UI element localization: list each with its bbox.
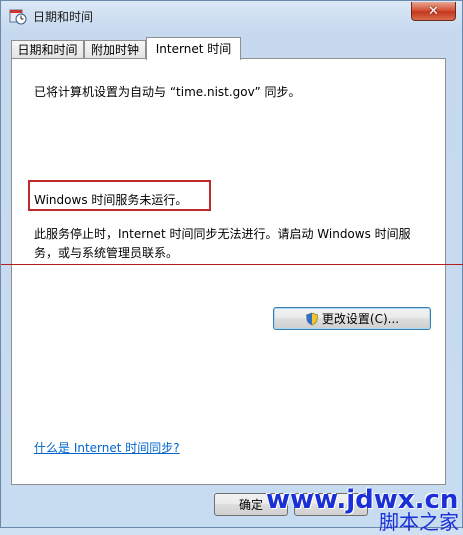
internet-time-panel: 已将计算机设置为自动与 “time.nist.gov” 同步。 Windows … — [11, 58, 446, 485]
uac-shield-icon — [306, 312, 318, 325]
close-icon: ✕ — [428, 3, 439, 19]
ok-label: 确定 — [238, 498, 263, 512]
watermark-site: 脚本之家 — [379, 510, 459, 534]
sync-message: 已将计算机设置为自动与 “time.nist.gov” 同步。 — [34, 85, 301, 99]
window-title: 日期和时间 — [33, 10, 94, 24]
service-description: 此服务停止时，Internet 时间同步无法进行。请启动 Windows 时间服… — [34, 227, 411, 260]
change-settings-button[interactable]: 更改设置(C)... — [273, 307, 431, 330]
close-button[interactable]: ✕ — [411, 2, 456, 21]
date-time-dialog: 日期和时间 ✕ 日期和时间 附加时钟 Internet 时间 已将计算机设置为自… — [0, 0, 463, 534]
title-bar[interactable]: 日期和时间 ✕ — [1, 1, 462, 31]
service-status: Windows 时间服务未运行。 — [34, 193, 188, 207]
tab-date-time[interactable]: 日期和时间 — [11, 40, 84, 59]
tab-internet-time[interactable]: Internet 时间 — [146, 37, 241, 60]
clock-calendar-icon — [9, 9, 27, 25]
change-settings-label: 更改设置(C)... — [321, 312, 400, 326]
tab-additional-clocks[interactable]: 附加时钟 — [84, 40, 146, 59]
help-link[interactable]: 什么是 Internet 时间同步? — [34, 439, 180, 456]
red-guide-line — [1, 264, 463, 265]
